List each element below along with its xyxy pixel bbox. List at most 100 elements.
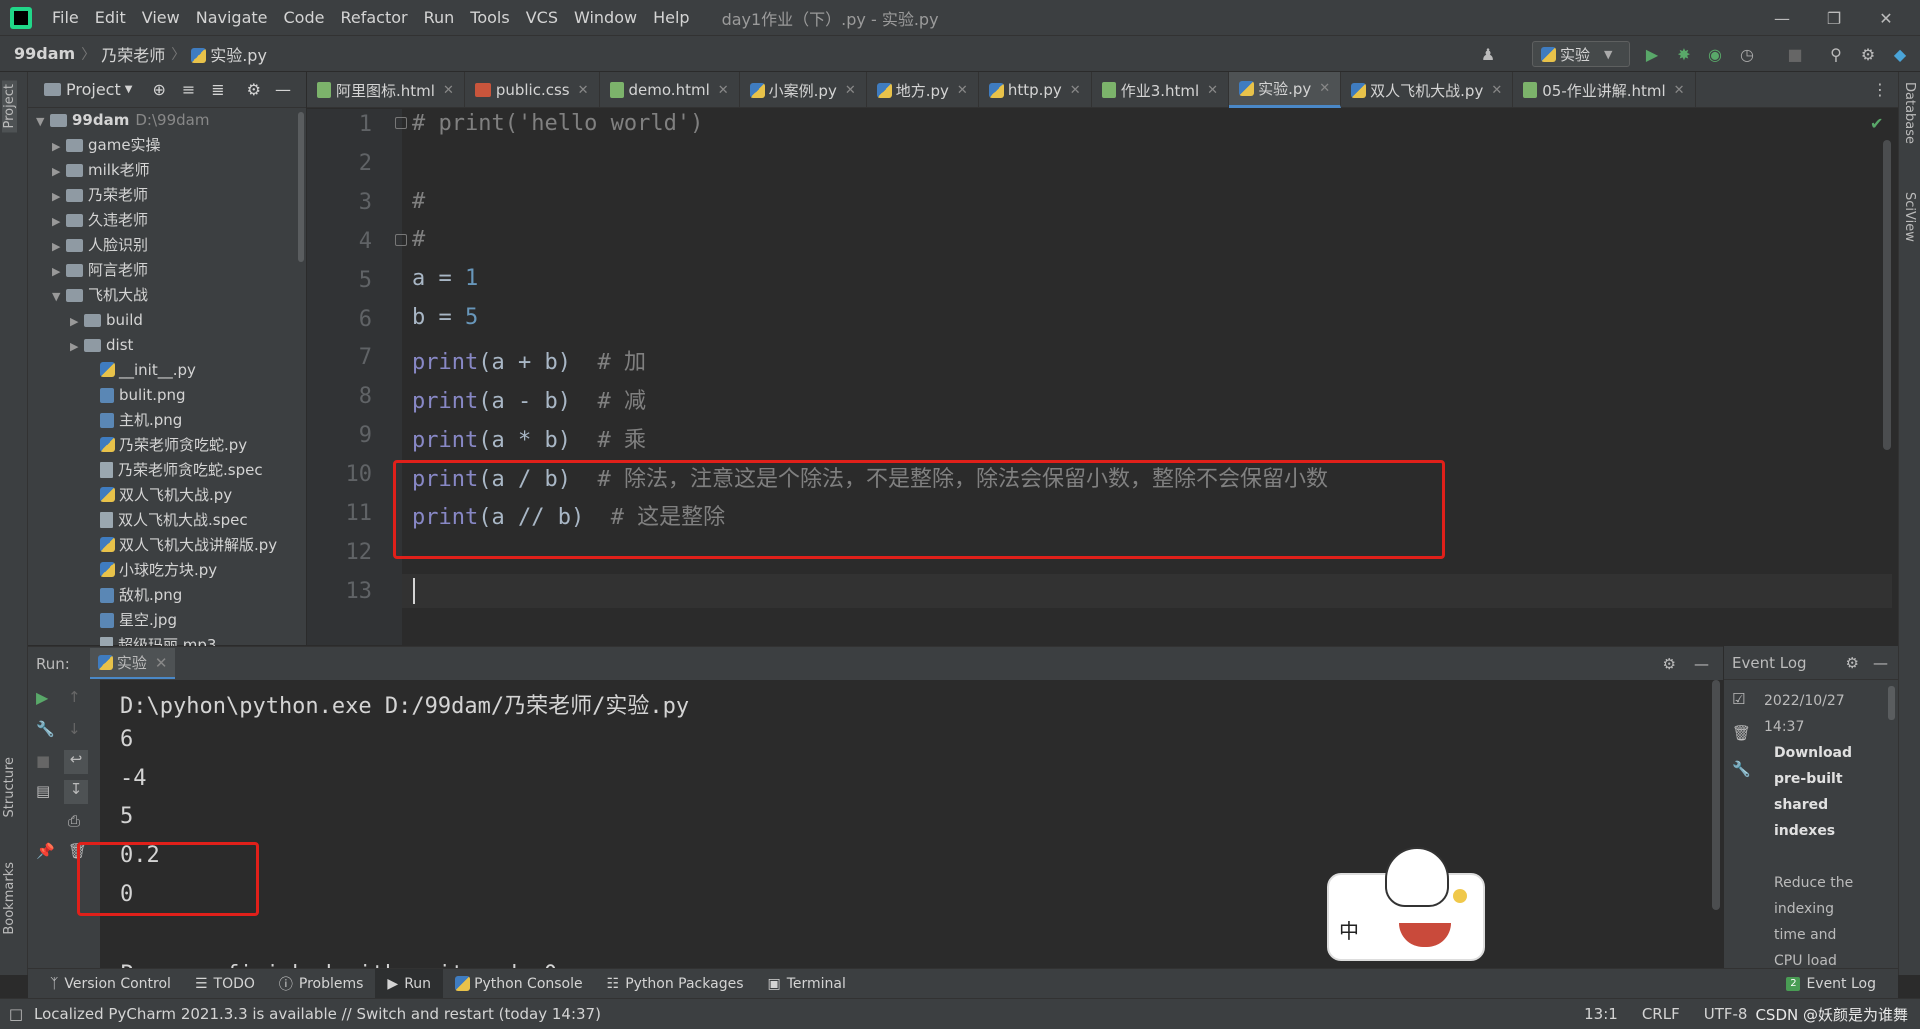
menu-refactor[interactable]: Refactor <box>332 0 415 36</box>
close-tab-icon[interactable]: ✕ <box>718 83 729 98</box>
editor-tab[interactable]: demo.html ✕ <box>600 72 740 108</box>
menu-help[interactable]: Help <box>645 0 697 36</box>
wrench-icon[interactable]: 🔧 <box>36 720 55 738</box>
menu-run[interactable]: Run <box>416 0 463 36</box>
status-window-icon[interactable]: □ <box>6 1005 26 1023</box>
breadcrumb-file[interactable]: 实验.py <box>187 42 271 66</box>
coverage-icon[interactable]: ◉ <box>1703 42 1727 66</box>
console-scrollbar[interactable] <box>1712 680 1720 910</box>
editor-tab[interactable]: 作业3.html ✕ <box>1092 72 1230 108</box>
settings-gear-icon[interactable]: ⚙ <box>1856 42 1880 66</box>
stop-run-icon[interactable]: ■ <box>36 752 50 770</box>
expand-all-icon[interactable]: ≡ <box>182 80 195 99</box>
locate-icon[interactable]: ⊕ <box>152 80 165 99</box>
close-tab-icon[interactable]: ✕ <box>1070 83 1081 98</box>
run-settings-gear-icon[interactable]: ⚙ <box>1663 655 1676 673</box>
panel-settings-gear-icon[interactable]: ⚙ <box>247 80 261 99</box>
event-headline[interactable]: shared <box>1774 792 1853 818</box>
clear-trash-icon[interactable]: 🗑 <box>1732 724 1751 742</box>
bookmarks-tool-tab[interactable]: Bookmarks <box>2 862 17 935</box>
tree-item[interactable]: __init__.py <box>86 358 196 383</box>
expand-arrow-icon[interactable]: ▶ <box>70 334 84 359</box>
version-control-tab[interactable]: ᛉ Version Control <box>38 976 183 992</box>
tree-item[interactable]: ▶ build <box>70 308 143 333</box>
event-log-gear-icon[interactable]: ⚙ <box>1846 654 1859 672</box>
print-icon[interactable]: ⎙ <box>68 812 80 830</box>
hide-event-log-icon[interactable]: — <box>1873 654 1888 672</box>
expand-arrow-icon[interactable]: ▶ <box>52 259 66 284</box>
rerun-icon[interactable]: ▶ <box>36 688 48 707</box>
problems-tab[interactable]: ⓘ Problems <box>267 974 376 994</box>
profile-icon[interactable]: ◷ <box>1735 42 1759 66</box>
menu-edit[interactable]: Edit <box>87 0 134 36</box>
tree-scrollbar[interactable] <box>298 112 304 262</box>
soft-wrap-icon[interactable]: ↩ <box>64 750 88 774</box>
database-tool-tab[interactable]: Database <box>1902 82 1917 144</box>
breadcrumb-project[interactable]: 99dam <box>10 44 79 63</box>
event-log-scrollbar[interactable] <box>1888 686 1895 720</box>
editor-tab[interactable]: 05-作业讲解.html ✕ <box>1513 72 1696 108</box>
fold-marker-icon[interactable] <box>395 234 407 246</box>
user-icon[interactable]: ♟ <box>1476 42 1500 66</box>
close-tab-icon[interactable]: ✕ <box>155 654 168 672</box>
tree-item[interactable]: 乃荣老师贪吃蛇.spec <box>86 458 263 483</box>
close-tab-icon[interactable]: ✕ <box>1207 83 1218 98</box>
caret-position[interactable]: 13:1 <box>1584 1005 1618 1023</box>
event-headline[interactable]: pre-built <box>1774 766 1853 792</box>
editor-tab[interactable]: 小案例.py ✕ <box>740 72 867 108</box>
menu-code[interactable]: Code <box>276 0 333 36</box>
editor-tab[interactable]: http.py ✕ <box>979 72 1092 108</box>
editor-tab[interactable]: 实验.py ✕ <box>1229 72 1342 108</box>
project-panel-title[interactable]: Project <box>66 80 121 99</box>
terminal-tab[interactable]: ▣ Terminal <box>756 976 858 992</box>
menu-file[interactable]: File <box>44 0 87 36</box>
expand-arrow-icon[interactable]: ▶ <box>52 234 66 259</box>
tree-item[interactable]: 双人飞机大战.py <box>86 483 232 508</box>
close-tab-icon[interactable]: ✕ <box>1491 83 1502 98</box>
stop-icon[interactable]: ■ <box>1783 42 1807 66</box>
run-tool-tab[interactable]: ▶ Run <box>375 968 444 999</box>
hide-run-panel-icon[interactable]: — <box>1694 655 1709 673</box>
tree-item[interactable]: ▶ 乃荣老师 <box>52 183 148 208</box>
expand-arrow-icon[interactable]: ▶ <box>52 159 66 184</box>
hide-panel-icon[interactable]: — <box>275 80 291 99</box>
editor-tab[interactable]: 双人飞机大战.py ✕ <box>1341 72 1514 108</box>
todo-tab[interactable]: ☰ TODO <box>183 976 267 992</box>
tree-root[interactable]: ▼ 99dam D:\99dam <box>36 108 209 133</box>
tree-item[interactable]: 主机.png <box>86 408 182 433</box>
tree-item[interactable]: ▶ dist <box>70 333 133 358</box>
tree-item[interactable]: 乃荣老师贪吃蛇.py <box>86 433 247 458</box>
toolbox-icon[interactable]: ◆ <box>1888 42 1912 66</box>
tree-item[interactable]: ▶ milk老师 <box>52 158 150 183</box>
editor-tab[interactable]: public.css ✕ <box>465 72 600 108</box>
chevron-down-icon[interactable]: ▼ <box>125 84 133 95</box>
fold-marker-icon[interactable] <box>395 117 407 129</box>
close-tab-icon[interactable]: ✕ <box>957 83 968 98</box>
search-icon[interactable]: ⚲ <box>1824 42 1848 66</box>
collapse-all-icon[interactable]: ≣ <box>211 80 224 99</box>
editor-tab[interactable]: 地方.py ✕ <box>867 72 979 108</box>
layout-icon[interactable]: ▤ <box>36 782 50 800</box>
tree-item[interactable]: 超级玛丽.mp3 <box>86 633 216 646</box>
tree-item[interactable]: 双人飞机大战.spec <box>86 508 248 533</box>
breadcrumb-folder[interactable]: 乃荣老师 <box>97 42 169 66</box>
scroll-up-icon[interactable]: ↑ <box>68 688 81 706</box>
wrench-icon[interactable]: 🔧 <box>1732 760 1751 778</box>
menu-vcs[interactable]: VCS <box>518 0 566 36</box>
editor-scrollbar[interactable] <box>1883 140 1891 450</box>
menu-window[interactable]: Window <box>566 0 645 36</box>
close-window-button[interactable]: ✕ <box>1860 0 1912 36</box>
tree-item[interactable]: bulit.png <box>86 383 186 408</box>
restore-button[interactable]: ❐ <box>1808 0 1860 36</box>
minimize-button[interactable]: — <box>1756 0 1808 36</box>
python-packages-tab[interactable]: ☷ Python Packages <box>595 976 756 992</box>
line-separator[interactable]: CRLF <box>1642 1005 1680 1023</box>
tree-item[interactable]: 小球吃方块.py <box>86 558 217 583</box>
scroll-to-end-icon[interactable]: ↧ <box>64 780 88 804</box>
editor-tab[interactable]: 阿里图标.html ✕ <box>307 72 465 108</box>
project-tool-tab[interactable]: Project <box>2 80 17 133</box>
scroll-down-icon[interactable]: ↓ <box>68 720 81 738</box>
menu-navigate[interactable]: Navigate <box>188 0 276 36</box>
tree-item[interactable]: ▶ 阿言老师 <box>52 258 148 283</box>
expand-arrow-icon[interactable]: ▶ <box>52 134 66 159</box>
